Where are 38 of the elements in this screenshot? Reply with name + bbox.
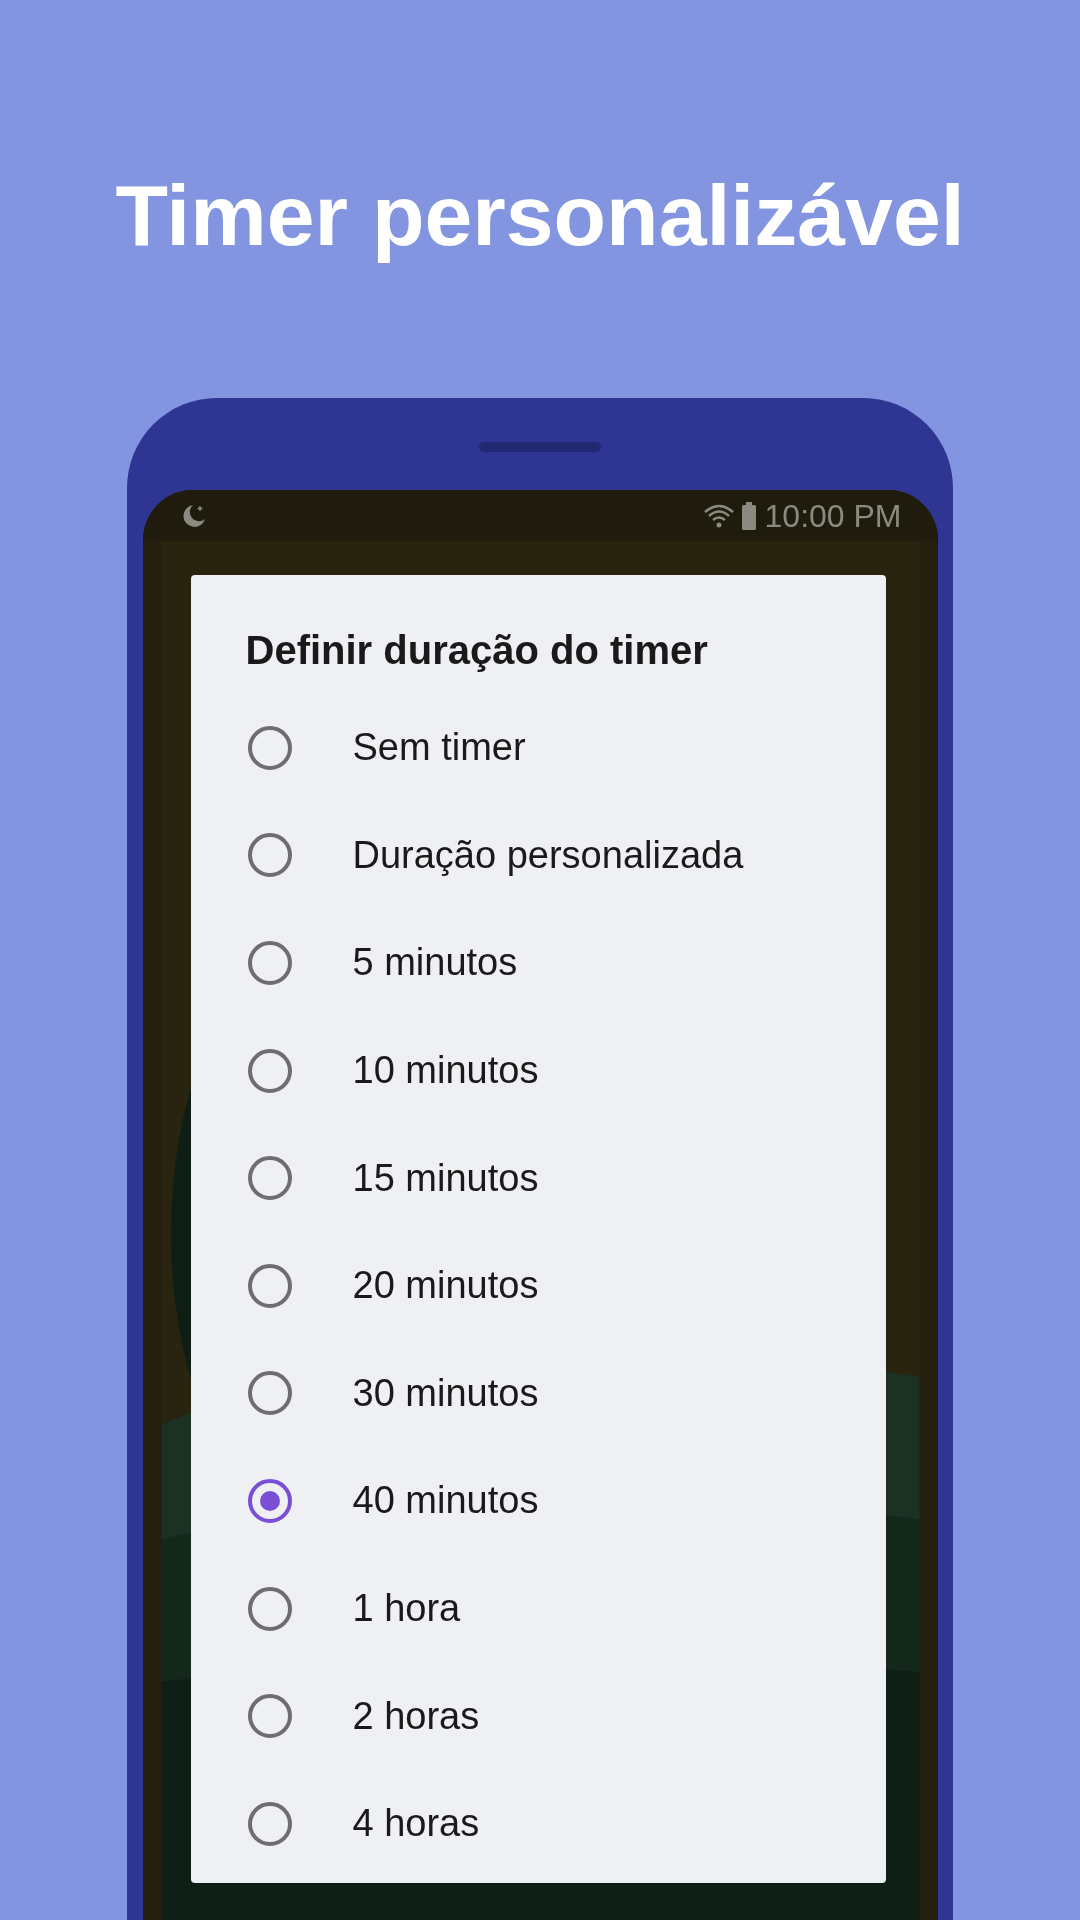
- option-label: Duração personalizada: [352, 832, 744, 878]
- timer-option[interactable]: 5 minutos: [190, 909, 886, 1017]
- radio-button[interactable]: [247, 1586, 292, 1631]
- radio-button[interactable]: [247, 833, 292, 878]
- timer-option[interactable]: Duração personalizada: [190, 801, 886, 910]
- option-label: 30 minutos: [352, 1370, 539, 1416]
- timer-option[interactable]: 20 minutos: [190, 1231, 886, 1340]
- timer-option[interactable]: 2 horas: [190, 1662, 886, 1770]
- option-label: 40 minutos: [352, 1478, 539, 1524]
- timer-option[interactable]: 4 horas: [190, 1769, 886, 1878]
- timer-option[interactable]: 10 minutos: [190, 1016, 886, 1125]
- headline: Timer personalizável: [115, 166, 965, 265]
- option-label: 20 minutos: [352, 1263, 539, 1309]
- status-time: 10:00 PM: [764, 496, 902, 536]
- radio-button[interactable]: [247, 1048, 292, 1093]
- radio-button[interactable]: [247, 1156, 292, 1201]
- radio-button[interactable]: [247, 1263, 292, 1308]
- radio-button[interactable]: [247, 1694, 292, 1739]
- wifi-icon: [702, 502, 735, 529]
- option-label: Sem timer: [352, 725, 526, 771]
- radio-button[interactable]: [247, 1371, 292, 1416]
- timer-option[interactable]: Sem timer: [190, 694, 886, 802]
- radio-button[interactable]: [247, 725, 292, 770]
- radio-button[interactable]: [247, 941, 292, 985]
- radio-button[interactable]: [247, 1478, 292, 1523]
- option-label: 4 horas: [352, 1801, 480, 1847]
- dialog-title: Definir duração do timer: [244, 627, 709, 674]
- timer-option[interactable]: 15 minutos: [190, 1124, 886, 1232]
- battery-icon: [740, 501, 757, 530]
- option-label: 15 minutos: [352, 1155, 539, 1201]
- option-label: 1 hora: [352, 1586, 461, 1632]
- timer-option[interactable]: 1 hora: [190, 1554, 886, 1663]
- radio-button[interactable]: [247, 1801, 292, 1846]
- timer-option[interactable]: 30 minutos: [190, 1339, 886, 1448]
- timer-option[interactable]: 40 minutos: [190, 1447, 886, 1555]
- option-label: 2 horas: [352, 1693, 480, 1739]
- option-label: 10 minutos: [352, 1048, 539, 1094]
- option-label: 5 minutos: [352, 940, 518, 986]
